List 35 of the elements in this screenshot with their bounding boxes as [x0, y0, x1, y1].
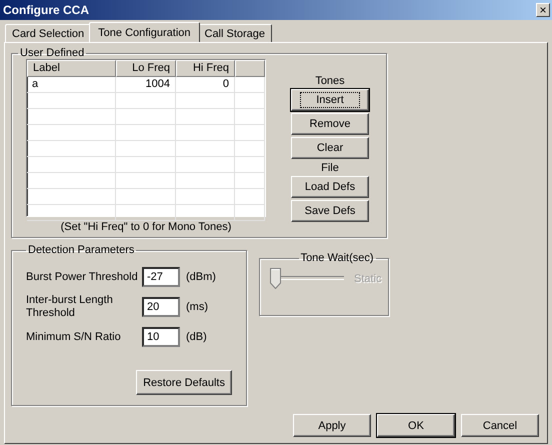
table-cell: a: [27, 77, 116, 92]
field-label: Minimum S/N Ratio: [26, 330, 122, 344]
tone-button[interactable]: Insert: [291, 89, 369, 111]
dialog-button[interactable]: Apply: [293, 414, 371, 437]
group-title: User Defined: [19, 47, 86, 59]
tab[interactable]: Tone Configuration: [89, 22, 200, 42]
tab[interactable]: Card Selection: [5, 24, 92, 42]
window-title: Configure CCA: [3, 3, 89, 17]
group-title: Tone Wait(sec): [300, 252, 375, 264]
file-button[interactable]: Load Defs: [291, 176, 369, 198]
tone-button[interactable]: Remove: [291, 113, 369, 135]
unit-label: (ms): [186, 301, 208, 313]
column-header[interactable]: Lo Freq: [116, 60, 176, 77]
dialog-button[interactable]: Cancel: [461, 414, 539, 437]
field-label: Burst Power Threshold: [26, 270, 139, 284]
file-button[interactable]: Save Defs: [291, 200, 369, 222]
column-header[interactable]: Hi Freq: [176, 60, 235, 77]
input-field[interactable]: 20: [142, 297, 180, 317]
input-field[interactable]: -27: [142, 267, 180, 287]
table-cell: 0: [176, 77, 235, 92]
table-cell: 1004: [116, 77, 176, 92]
input-field[interactable]: 10: [142, 327, 180, 347]
column-header[interactable]: Label: [27, 60, 116, 77]
section-label: File: [321, 162, 339, 175]
tone-button[interactable]: Clear: [291, 137, 369, 159]
close-button[interactable]: ×: [536, 3, 550, 17]
group-title: Detection Parameters: [27, 244, 136, 256]
dialog-button[interactable]: OK: [377, 414, 455, 437]
field-label: Inter-burst Length Threshold: [26, 294, 114, 320]
restore-defaults-button[interactable]: Restore Defaults: [136, 370, 232, 395]
section-label: Tones: [315, 75, 345, 88]
hint-text: (Set "Hi Freq" to 0 for Mono Tones): [60, 221, 232, 233]
unit-label: (dB): [186, 331, 207, 343]
unit-label: (dBm): [186, 271, 216, 283]
tab[interactable]: Call Storage: [198, 24, 272, 42]
